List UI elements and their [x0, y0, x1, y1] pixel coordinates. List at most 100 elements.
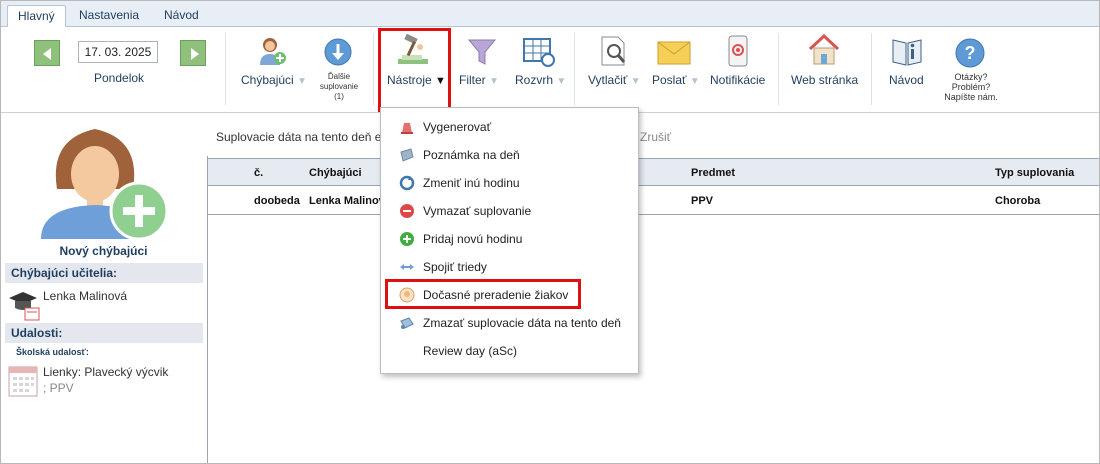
menu-item-label: Poznámka na deň: [423, 148, 520, 162]
highlight-box: [378, 28, 451, 112]
events-header: Udalosti:: [5, 323, 203, 343]
tools-dropdown-menu: Vygenerovať Poznámka na deň Zmeniť inú h…: [380, 107, 639, 374]
help-button[interactable]: ? Otázky? Problém? Napíšte nám.: [939, 27, 1003, 113]
add-icon: [400, 232, 414, 246]
generate-icon: [401, 123, 413, 134]
book-info-icon: [892, 39, 922, 66]
next-substitution-button[interactable]: Ďalšie suplovanie (1): [312, 27, 366, 113]
timetable-label: Rozvrh: [515, 73, 554, 87]
erase-icon: [400, 317, 414, 329]
absent-label: Chýbajúci: [241, 73, 294, 87]
cancel-link[interactable]: Zrušiť: [640, 130, 671, 144]
event-text-line2: ; PPV: [43, 381, 74, 395]
filter-icon: [467, 39, 497, 65]
menu-item-label: Review day (aSc): [423, 344, 518, 358]
menu-item-erase-day-data[interactable]: Zmazať suplovacie dáta na tento deň: [381, 309, 638, 337]
manual-label: Návod: [889, 73, 924, 87]
menu-item-label: Pridaj novú hodinu: [423, 232, 523, 246]
menu-item-merge-classes[interactable]: Spojiť triedy: [381, 253, 638, 281]
tab-navod[interactable]: Návod: [154, 5, 209, 27]
event-text-line1: Lienky: Plavecký výcvik: [43, 365, 169, 379]
cell-number: doobeda: [254, 195, 300, 207]
tab-bar: Hlavný Nastavenia Návod: [1, 1, 1099, 28]
previous-day-button[interactable]: [34, 40, 60, 66]
column-header-type[interactable]: Typ suplovania: [995, 167, 1074, 179]
menu-item-generate[interactable]: Vygenerovať: [381, 113, 638, 141]
table-header: č. Chýbajúci Predmet Typ suplovania: [208, 158, 1099, 186]
calendar-icon: [8, 366, 38, 397]
print-label: Vytlačiť: [588, 73, 628, 87]
menu-item-label: Vygenerovať: [423, 120, 492, 134]
next-substitution-line1: Ďalšie: [327, 72, 351, 81]
absent-person-icon: [260, 38, 286, 65]
toolbar-separator: [871, 33, 872, 105]
toolbar-separator: [225, 33, 226, 105]
svg-text:?: ?: [965, 43, 976, 63]
absent-button[interactable]: Chýbajúci ▼: [239, 27, 311, 113]
arrow-down-circle-icon: [324, 38, 352, 66]
next-substitution-line2: suplovanie: [319, 82, 359, 91]
menu-item-label: Vymazať suplovanie: [423, 204, 532, 218]
column-header-subject[interactable]: Predmet: [691, 167, 735, 179]
substitution-info-text: Suplovacie dáta na tento deň e: [216, 130, 382, 144]
cell-subject: PPV: [691, 195, 714, 207]
toolbar-separator: [778, 33, 779, 105]
filter-label: Filter: [459, 73, 486, 87]
help-line2: Problém?: [951, 82, 991, 92]
print-button[interactable]: Vytlačiť ▼: [585, 27, 645, 113]
column-header-absent[interactable]: Chýbajúci: [309, 167, 362, 179]
website-label: Web stránka: [791, 73, 859, 87]
next-day-button[interactable]: [180, 40, 206, 66]
absent-teacher-name[interactable]: Lenka Malinová: [43, 289, 127, 303]
notifications-button[interactable]: Notifikácie: [707, 27, 771, 113]
ribbon-toolbar: 17. 03. 2025 Pondelok Chýbajúci ▼ Ďalšie…: [1, 27, 1099, 113]
teacher-graduation-icon: [9, 292, 40, 321]
notifications-label: Notifikácie: [710, 73, 766, 87]
tab-hlavny[interactable]: Hlavný: [7, 5, 66, 28]
timetable-icon: [523, 38, 555, 67]
school-event-item[interactable]: Lienky: Plavecký výcvik ; PPV: [43, 364, 168, 396]
menu-item-label: Zmazať suplovacie dáta na tento deň: [423, 316, 621, 330]
chevron-down-icon: ▼: [689, 76, 700, 87]
weekday-label: Pondelok: [94, 71, 145, 85]
note-icon: [400, 148, 414, 162]
next-substitution-line3: (1): [334, 92, 344, 101]
website-button[interactable]: Web stránka: [787, 27, 863, 113]
table-row[interactable]: doobeda Lenka Malinov PPV Choroba: [208, 187, 1099, 215]
menu-item-delete-substitution[interactable]: Vymazať suplovanie: [381, 197, 638, 225]
toolbar-separator: [574, 33, 575, 105]
home-icon: [808, 33, 840, 65]
timetable-button[interactable]: Rozvrh ▼: [511, 27, 571, 113]
school-event-label: Školská udalosť:: [16, 347, 89, 357]
menu-item-review-day[interactable]: Review day (aSc): [381, 337, 638, 365]
envelope-icon: [657, 41, 691, 65]
menu-item-change-lesson[interactable]: Zmeniť inú hodinu: [381, 169, 638, 197]
cell-absent: Lenka Malinov: [309, 195, 385, 207]
date-field[interactable]: 17. 03. 2025: [78, 41, 158, 63]
new-absent-avatar-icon[interactable]: [39, 119, 171, 244]
merge-arrows-icon: [400, 264, 414, 270]
left-panel: Nový chýbajúci Chýbajúci učitelia: Lenka…: [1, 114, 206, 463]
new-absent-link[interactable]: Nový chýbajúci: [1, 244, 206, 258]
help-line3: Napíšte nám.: [944, 92, 998, 102]
column-header-number[interactable]: č.: [254, 167, 263, 179]
tab-nastavenia[interactable]: Nastavenia: [69, 5, 149, 27]
toolbar-separator: [373, 33, 374, 105]
highlight-box: [385, 279, 581, 309]
menu-item-label: Spojiť triedy: [423, 260, 487, 274]
refresh-icon: [399, 175, 415, 191]
chevron-down-icon: ▼: [489, 76, 499, 87]
manual-button[interactable]: Návod: [881, 27, 933, 113]
delete-icon: [400, 204, 414, 218]
menu-item-add-lesson[interactable]: Pridaj novú hodinu: [381, 225, 638, 253]
question-icon: ?: [955, 38, 985, 68]
chevron-down-icon: ▼: [556, 76, 567, 87]
menu-item-label: Zmeniť inú hodinu: [423, 176, 520, 190]
help-line1: Otázky?: [954, 72, 988, 82]
menu-item-day-note[interactable]: Poznámka na deň: [381, 141, 638, 169]
send-label: Poslať: [652, 73, 687, 87]
chevron-down-icon: ▼: [630, 76, 641, 87]
send-button[interactable]: Poslať ▼: [649, 27, 707, 113]
filter-button[interactable]: Filter ▼: [455, 27, 511, 113]
phone-notification-icon: [728, 35, 748, 67]
